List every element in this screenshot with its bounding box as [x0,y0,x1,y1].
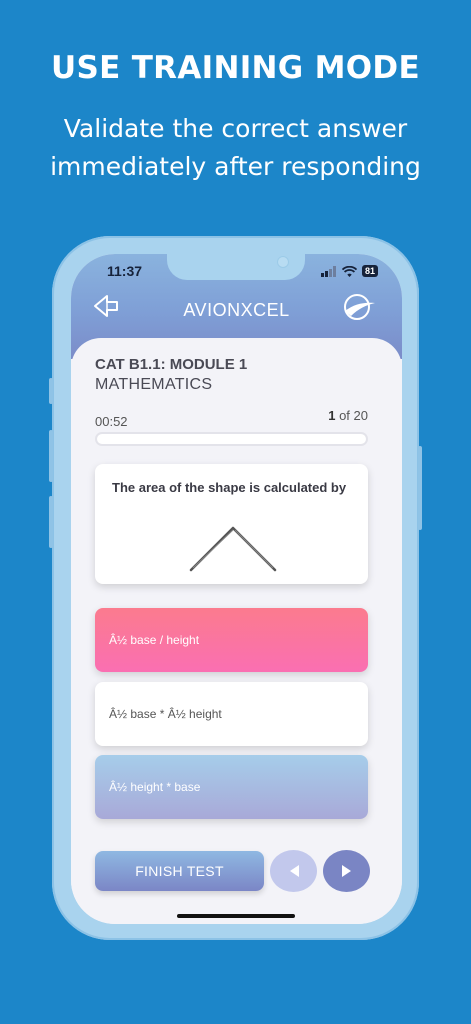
phone-power-button [418,446,422,530]
app-screen: 11:37 81 AVIONXCEL CAT B1.1: MODULE 1 MA… [71,254,402,924]
progress-bar [95,432,368,446]
chevron-left-icon [289,865,299,877]
question-counter: 1 of 20 [328,408,368,423]
answer-option[interactable]: Â½ base * Â½ height [95,682,368,746]
finish-test-button[interactable]: FINISH TEST [95,851,264,891]
promo-subtitle: Validate the correct answer immediately … [20,110,451,186]
quiz-content: CAT B1.1: MODULE 1 MATHEMATICS 00:52 1 o… [71,338,402,924]
module-subject: MATHEMATICS [95,376,213,393]
next-question-button[interactable] [323,850,370,892]
battery-icon: 81 [361,265,378,277]
avionxcel-logo-icon[interactable] [342,292,376,322]
question-card: The area of the shape is calculated by [95,464,368,584]
wifi-icon [341,265,357,277]
timer: 00:52 [95,414,128,429]
home-indicator [177,914,295,918]
camera-dot [277,256,289,268]
promo-subtitle-line1: Validate the correct answer [63,114,408,143]
chevron-right-icon [341,865,351,877]
phone-notch [167,254,305,280]
question-text: The area of the shape is calculated by [112,480,347,495]
promo-title: USE TRAINING MODE [51,50,420,86]
question-total: of 20 [339,408,368,423]
status-time: 11:37 [107,263,143,279]
module-title: CAT B1.1: MODULE 1 [95,356,248,373]
triangle-sketch-image [189,526,277,572]
phone-side-button [49,378,53,404]
status-icons: 81 [320,265,378,277]
answer-option-wrong[interactable]: Â½ base / height [95,608,368,672]
answer-option-correct[interactable]: Â½ height * base [95,755,368,819]
phone-volume-down [49,496,53,548]
phone-volume-up [49,430,53,482]
promo-subtitle-line2: immediately after responding [50,152,421,181]
previous-question-button[interactable] [270,850,317,892]
signal-icon [320,265,336,277]
current-question-number: 1 [328,408,336,423]
